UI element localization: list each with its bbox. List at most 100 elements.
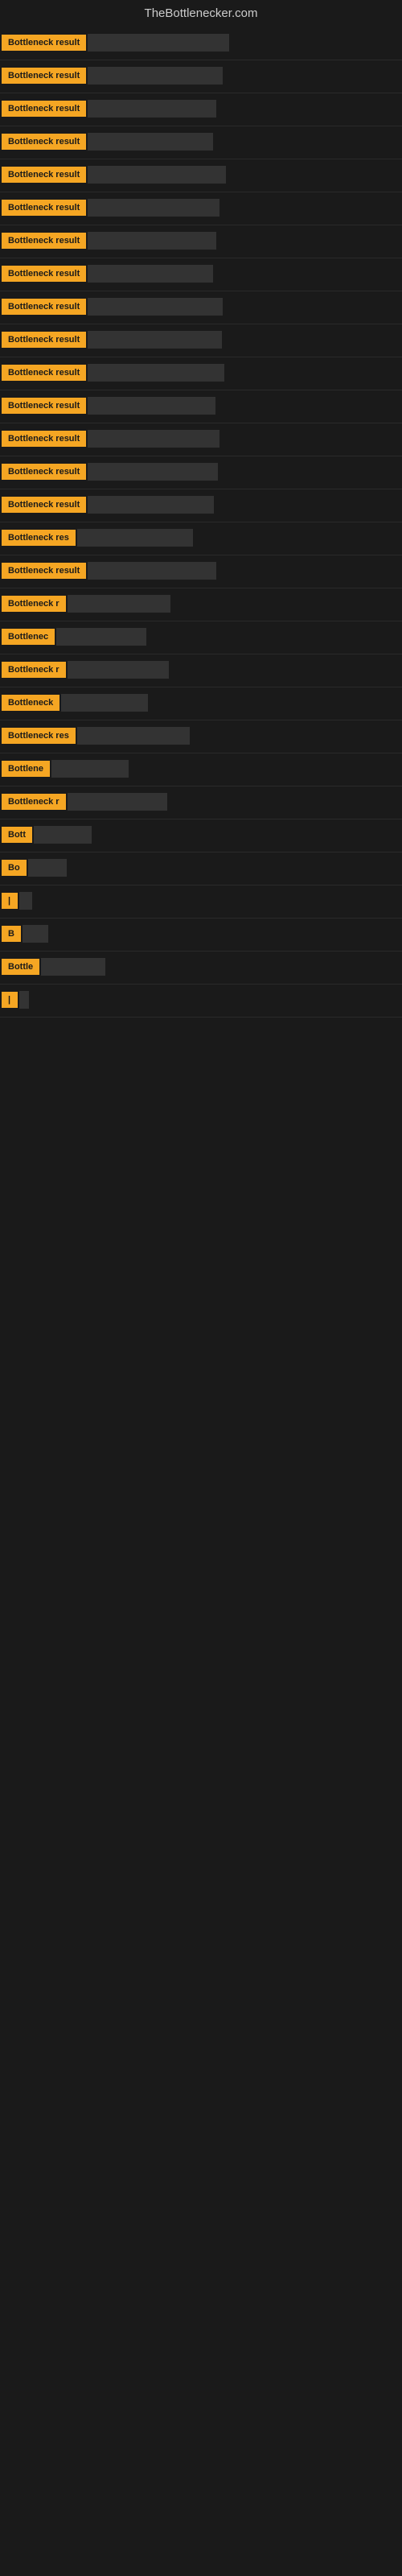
bottleneck-row: Bottleneck result [0, 93, 402, 126]
bottleneck-row: Bottleneck res [0, 522, 402, 555]
bottleneck-item[interactable]: B [2, 923, 400, 944]
bottleneck-row: Bottleneck result [0, 456, 402, 489]
bottleneck-bar [88, 265, 213, 283]
bottleneck-item[interactable]: Bottleneck result [2, 494, 400, 515]
bottleneck-badge: Bottleneck result [2, 563, 86, 579]
bottleneck-item[interactable]: Bo [2, 857, 400, 878]
bottleneck-row: Bottleneck result [0, 192, 402, 225]
bottleneck-row: Bottlene [0, 753, 402, 786]
bottleneck-badge: Bo [2, 860, 27, 876]
bottleneck-badge: B [2, 926, 21, 942]
bottleneck-row: | [0, 886, 402, 919]
bottleneck-badge: Bott [2, 827, 32, 843]
bottleneck-row: Bottlenec [0, 621, 402, 654]
bottleneck-bar [88, 496, 214, 514]
bottleneck-bar [51, 760, 129, 778]
bottleneck-badge: Bottleneck result [2, 398, 86, 414]
bottleneck-bar [61, 694, 148, 712]
bottleneck-row: Bottleneck result [0, 390, 402, 423]
bottleneck-badge: Bottleneck res [2, 530, 76, 546]
bottleneck-bar [41, 958, 105, 976]
header: TheBottlenecker.com [0, 0, 402, 24]
bottleneck-item[interactable]: Bottleneck result [2, 329, 400, 350]
bottleneck-item[interactable]: Bottleneck result [2, 164, 400, 185]
bottleneck-badge: Bottlenec [2, 629, 55, 645]
bottleneck-bar [88, 34, 229, 52]
bottleneck-item[interactable]: Bottleneck result [2, 560, 400, 581]
bottleneck-row: B [0, 919, 402, 952]
bottleneck-item[interactable]: | [2, 890, 400, 911]
bottleneck-badge: Bottleneck result [2, 464, 86, 480]
bottleneck-badge: Bottleneck result [2, 233, 86, 249]
bottleneck-item[interactable]: Bottleneck result [2, 131, 400, 152]
bottleneck-bar [88, 298, 223, 316]
bottleneck-item[interactable]: Bottleneck result [2, 461, 400, 482]
bottleneck-bar [77, 529, 193, 547]
bottleneck-item[interactable]: Bottleneck result [2, 296, 400, 317]
bottleneck-item[interactable]: | [2, 989, 400, 1010]
bottleneck-item[interactable]: Bott [2, 824, 400, 845]
bottleneck-item[interactable]: Bottleneck result [2, 65, 400, 86]
bottleneck-badge: Bottleneck result [2, 101, 86, 117]
bottleneck-item[interactable]: Bottleneck result [2, 395, 400, 416]
bottleneck-row: Bottleneck [0, 687, 402, 720]
bottleneck-badge: Bottleneck result [2, 68, 86, 84]
bottleneck-bar [19, 892, 32, 910]
bottleneck-bar [77, 727, 190, 745]
bottleneck-row: Bottleneck r [0, 654, 402, 687]
site-title: TheBottlenecker.com [145, 6, 258, 20]
bottleneck-bar [88, 463, 218, 481]
bottleneck-row: Bottleneck result [0, 555, 402, 588]
bottleneck-item[interactable]: Bottleneck res [2, 725, 400, 746]
bottleneck-row: Bottleneck result [0, 225, 402, 258]
bottleneck-badge: Bottleneck [2, 695, 59, 711]
bottleneck-row: Bottleneck result [0, 159, 402, 192]
bottleneck-item[interactable]: Bottleneck result [2, 428, 400, 449]
bottleneck-badge: Bottlene [2, 761, 50, 777]
bottleneck-bar [88, 199, 219, 217]
bottleneck-bar [88, 67, 223, 85]
bottleneck-row: Bott [0, 819, 402, 852]
bottleneck-badge: Bottleneck result [2, 299, 86, 315]
bottleneck-badge: Bottleneck result [2, 134, 86, 150]
bottleneck-badge: Bottleneck result [2, 266, 86, 282]
bottleneck-badge: Bottleneck result [2, 431, 86, 447]
bottleneck-bar [88, 133, 213, 151]
bottleneck-item[interactable]: Bottlenec [2, 626, 400, 647]
bottleneck-row: Bottleneck result [0, 258, 402, 291]
bottleneck-bar [88, 562, 216, 580]
bottleneck-bar [56, 628, 146, 646]
bottleneck-item[interactable]: Bottleneck result [2, 230, 400, 251]
bottleneck-item[interactable]: Bottleneck result [2, 362, 400, 383]
bottleneck-bar [88, 232, 216, 250]
bottleneck-item[interactable]: Bottle [2, 956, 400, 977]
bottleneck-row: Bottleneck result [0, 60, 402, 93]
bottleneck-row: Bottleneck r [0, 786, 402, 819]
bottleneck-item[interactable]: Bottleneck [2, 692, 400, 713]
bottleneck-bar [88, 397, 215, 415]
bottleneck-badge: Bottleneck r [2, 662, 66, 678]
bottleneck-badge: Bottleneck result [2, 35, 86, 51]
bottleneck-badge: | [2, 893, 18, 909]
bottleneck-row: Bottleneck result [0, 291, 402, 324]
bottleneck-item[interactable]: Bottleneck result [2, 32, 400, 53]
bottleneck-item[interactable]: Bottleneck res [2, 527, 400, 548]
bottleneck-row: Bottleneck result [0, 126, 402, 159]
bottleneck-item[interactable]: Bottleneck r [2, 593, 400, 614]
bottleneck-row: Bottleneck r [0, 588, 402, 621]
bottleneck-item[interactable]: Bottlene [2, 758, 400, 779]
bottleneck-row: Bottleneck res [0, 720, 402, 753]
bottleneck-bar [23, 925, 48, 943]
bottleneck-item[interactable]: Bottleneck result [2, 263, 400, 284]
bottleneck-badge: Bottle [2, 959, 39, 975]
bottleneck-bar [68, 595, 170, 613]
bottleneck-item[interactable]: Bottleneck r [2, 791, 400, 812]
bottleneck-bar [19, 991, 29, 1009]
bottleneck-row: Bottleneck result [0, 324, 402, 357]
bottleneck-item[interactable]: Bottleneck result [2, 98, 400, 119]
bottleneck-bar [88, 331, 221, 349]
bottleneck-bar [28, 859, 67, 877]
bottleneck-item[interactable]: Bottleneck result [2, 197, 400, 218]
bottleneck-badge: Bottleneck r [2, 794, 66, 810]
bottleneck-item[interactable]: Bottleneck r [2, 659, 400, 680]
